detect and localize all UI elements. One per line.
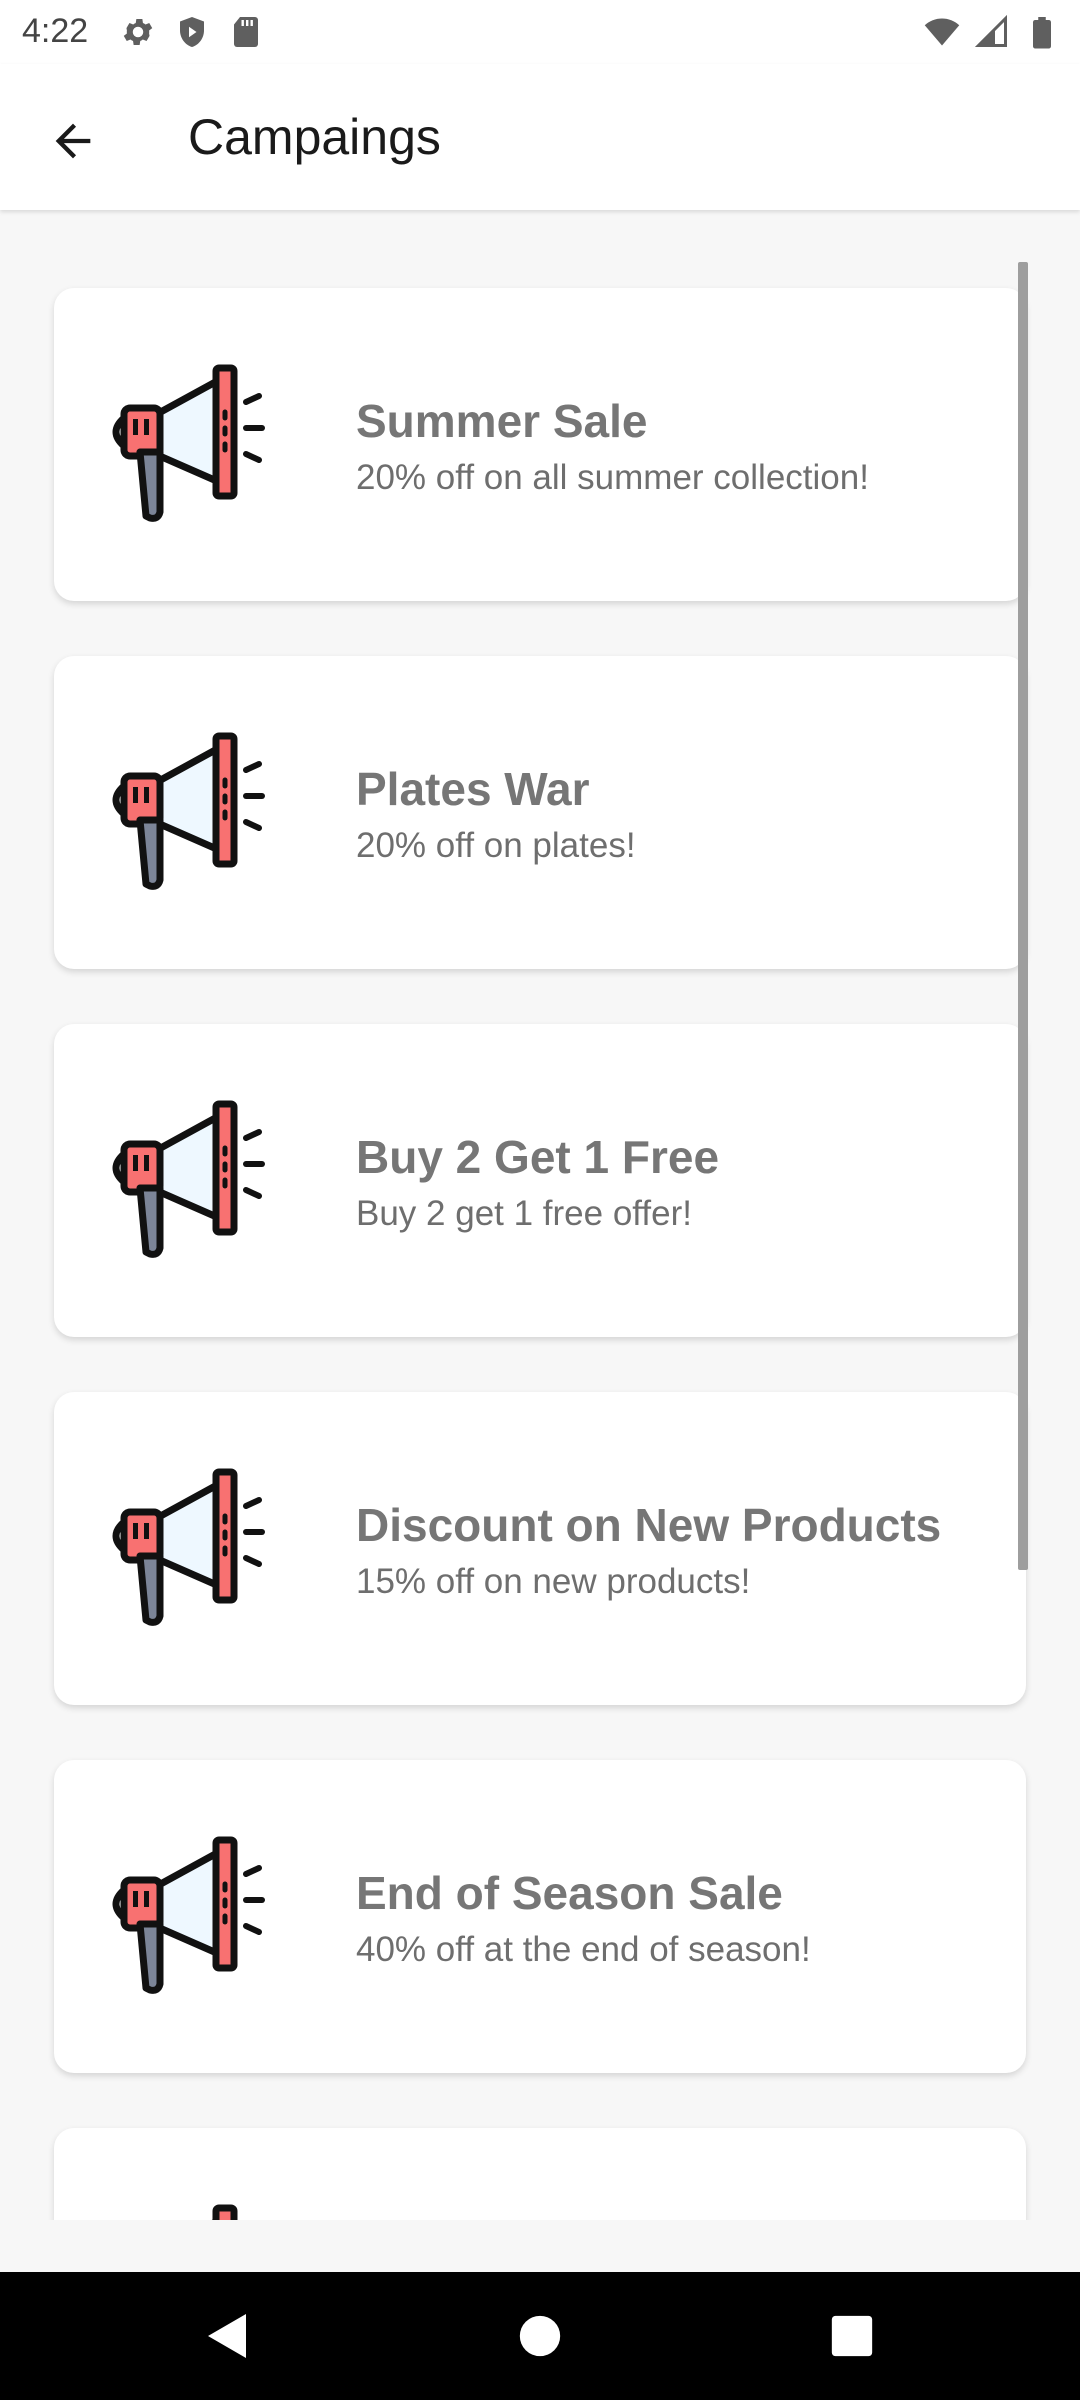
status-time: 4:22 (22, 12, 89, 50)
nav-home-button[interactable] (510, 2306, 570, 2366)
campaign-card[interactable]: Plates War 20% off on plates! (54, 656, 1026, 969)
gear-icon (123, 18, 153, 46)
recents-square-icon (831, 2315, 873, 2357)
megaphone-icon (104, 1834, 274, 1999)
campaign-card[interactable]: Buy 2 Get 1 Free Buy 2 get 1 free offer! (54, 1024, 1026, 1337)
campaign-subtitle: 20% off on plates! (356, 826, 636, 865)
signal-icon (974, 14, 1007, 47)
campaign-subtitle: 15% off on new products! (356, 1562, 751, 1601)
status-bar: 4:22 (0, 0, 1080, 64)
arrow-left-icon (55, 123, 91, 159)
back-triangle-icon (208, 2314, 246, 2358)
shield-icon (180, 17, 204, 47)
home-circle-icon (519, 2315, 561, 2357)
wifi-icon (924, 18, 960, 46)
system-nav-bar (0, 2272, 1080, 2400)
megaphone-icon (104, 730, 274, 895)
battery-icon (1033, 17, 1051, 49)
campaign-card[interactable]: Summer Sale 20% off on all summer collec… (54, 288, 1026, 601)
nav-back-button[interactable] (196, 2306, 256, 2366)
campaign-title: Discount on New Products (356, 1499, 942, 1551)
campaign-subtitle: 40% off at the end of season! (356, 1930, 811, 1969)
campaign-card[interactable]: End of Season Sale 40% off at the end of… (54, 1760, 1026, 2073)
megaphone-icon (104, 1098, 274, 1263)
campaign-list[interactable]: Summer Sale 20% off on all summer collec… (0, 210, 1080, 2220)
campaign-card[interactable]: Discount on New Products 15% off on new … (54, 1392, 1026, 1705)
app-bar: Campaings (0, 64, 1080, 210)
scrollbar[interactable] (1018, 262, 1028, 1570)
sd-card-icon (234, 17, 258, 47)
megaphone-icon (104, 2202, 274, 2220)
page-title: Campaings (188, 109, 441, 165)
campaign-card[interactable] (54, 2128, 1026, 2220)
campaign-title: Buy 2 Get 1 Free (356, 1131, 720, 1183)
status-icons-right (924, 14, 1060, 50)
campaign-title: Plates War (356, 763, 590, 815)
campaign-subtitle: Buy 2 get 1 free offer! (356, 1194, 692, 1233)
campaign-title: End of Season Sale (356, 1867, 783, 1919)
status-icons-left (120, 14, 264, 50)
megaphone-icon (104, 1466, 274, 1631)
campaign-subtitle: 20% off on all summer collection! (356, 458, 869, 497)
campaign-title: Summer Sale (356, 395, 648, 447)
nav-recents-button[interactable] (822, 2306, 882, 2366)
megaphone-icon (104, 362, 274, 527)
back-button[interactable] (36, 104, 110, 178)
